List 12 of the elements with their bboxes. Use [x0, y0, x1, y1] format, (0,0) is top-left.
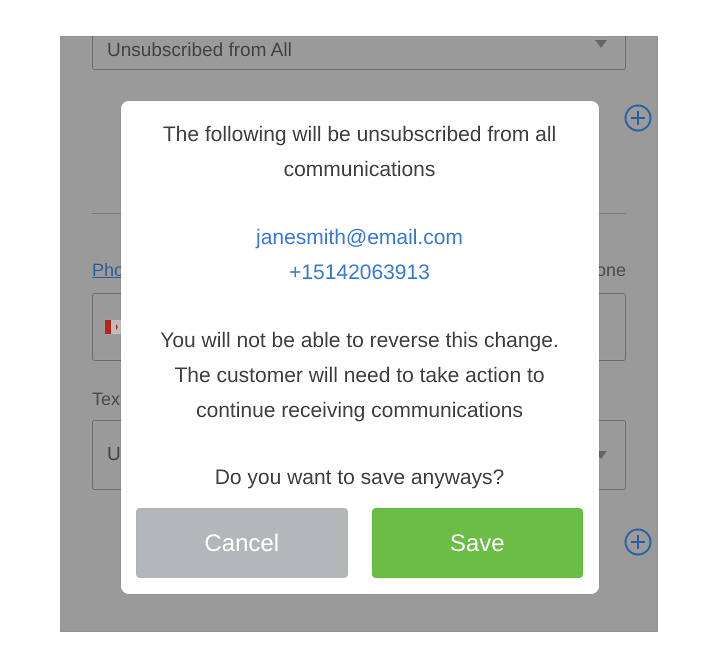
save-button[interactable]: Save [372, 508, 583, 578]
contact-link[interactable]: +15142063913 [256, 255, 463, 290]
caret-icon [595, 40, 607, 48]
add-icon[interactable] [624, 528, 652, 556]
contact-link[interactable]: janesmith@email.com [256, 220, 463, 255]
field-label: Tex [92, 389, 120, 410]
confirm-question: Do you want to save anyways? [214, 465, 504, 491]
cancel-button[interactable]: Cancel [136, 508, 348, 578]
warning-text: You will not be able to reverse this change. The customer will need to take action to continue receiving communications [159, 328, 560, 424]
status-select[interactable]: Unsubscribed from All [92, 36, 626, 70]
add-icon[interactable] [624, 104, 652, 132]
dialog-message: The following will be unsubscribed from all communications [162, 122, 558, 183]
